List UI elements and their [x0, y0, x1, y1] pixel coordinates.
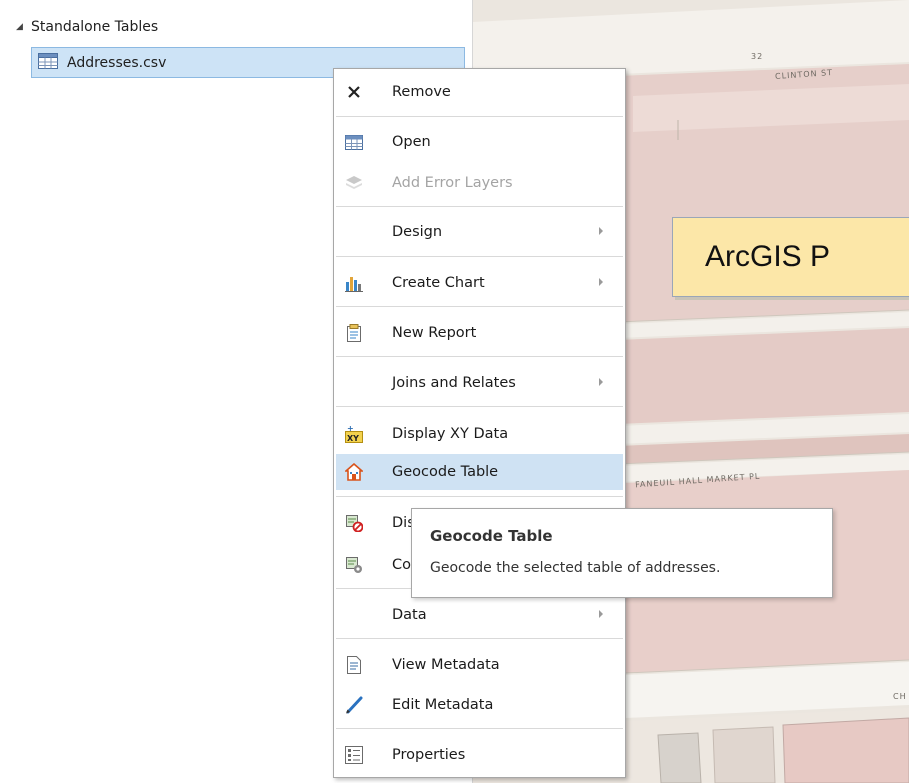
menu-separator	[336, 356, 623, 357]
menu-item-label: Open	[392, 134, 431, 150]
menu-item-properties[interactable]: Properties	[336, 737, 623, 773]
geocode-house-icon	[344, 462, 364, 482]
menu-item-label: Edit Metadata	[392, 697, 494, 713]
menu-separator	[336, 306, 623, 307]
menu-item-view-metadata[interactable]: View Metadata	[336, 647, 623, 683]
menu-item-label: New Report	[392, 325, 477, 341]
menu-item-label: View Metadata	[392, 657, 500, 673]
menu-item-display-xy-data[interactable]: XY + Display XY Data	[336, 416, 623, 452]
tooltip-description: Geocode the selected table of addresses.	[430, 560, 721, 576]
geocode-tooltip: Geocode Table Geocode the selected table…	[411, 508, 833, 598]
report-icon	[344, 323, 364, 343]
menu-item-label: Properties	[392, 747, 466, 763]
layers-icon	[344, 173, 364, 193]
svg-text:+: +	[347, 425, 354, 433]
arcgis-title-banner: ArcGIS P	[672, 217, 909, 297]
menu-item-joins-and-relates[interactable]: Joins and Relates	[336, 365, 623, 401]
menu-separator	[336, 206, 623, 207]
street-number-label: 32	[751, 52, 764, 61]
blank-icon-slot	[344, 222, 364, 242]
menu-item-label: Display XY Data	[392, 426, 509, 442]
xy-icon: XY +	[344, 424, 364, 444]
properties-icon	[344, 745, 364, 765]
menu-separator	[336, 116, 623, 117]
disable-icon	[344, 513, 364, 533]
standalone-tables-group[interactable]: ◢ Standalone Tables	[16, 17, 158, 37]
menu-item-label: Remove	[392, 84, 451, 100]
menu-separator	[336, 728, 623, 729]
submenu-arrow-icon	[599, 610, 603, 618]
blank-icon-slot	[344, 373, 364, 393]
table-item-label: Addresses.csv	[67, 54, 167, 71]
menu-item-label: Data	[392, 607, 427, 623]
svg-text:XY: XY	[347, 434, 359, 443]
menu-separator	[336, 256, 623, 257]
menu-item-geocode-table[interactable]: Geocode Table	[336, 454, 623, 490]
menu-item-design[interactable]: Design	[336, 214, 623, 250]
menu-item-remove[interactable]: Remove	[336, 74, 623, 110]
menu-item-add-error-layers[interactable]: Add Error Layers	[336, 165, 623, 201]
group-label: Standalone Tables	[31, 19, 159, 35]
metadata-icon	[344, 655, 364, 675]
street-label-partial: CH	[893, 692, 907, 701]
banner-text: ArcGIS P	[705, 240, 831, 273]
menu-item-label: Joins and Relates	[392, 375, 516, 391]
menu-item-label: Co	[392, 557, 411, 573]
table-icon	[38, 52, 58, 73]
menu-separator	[336, 496, 623, 497]
menu-item-label: Add Error Layers	[392, 175, 513, 191]
configure-icon	[344, 555, 364, 575]
menu-item-open[interactable]: Open	[336, 124, 623, 160]
bar-chart-icon	[344, 273, 364, 293]
submenu-arrow-icon	[599, 278, 603, 286]
blank-icon-slot	[344, 605, 364, 625]
pencil-icon	[344, 695, 364, 715]
menu-separator	[336, 638, 623, 639]
menu-item-label: Create Chart	[392, 275, 485, 291]
menu-item-label: Geocode Table	[392, 464, 499, 480]
menu-item-create-chart[interactable]: Create Chart	[336, 265, 623, 301]
table-icon	[344, 132, 364, 152]
menu-item-label: Design	[392, 224, 443, 240]
menu-item-edit-metadata[interactable]: Edit Metadata	[336, 687, 623, 723]
context-menu: Remove Open Add Error Layers Design Crea…	[333, 68, 626, 778]
menu-separator	[336, 406, 623, 407]
menu-item-new-report[interactable]: New Report	[336, 315, 623, 351]
submenu-arrow-icon	[599, 378, 603, 386]
collapse-triangle-icon[interactable]: ◢	[16, 22, 26, 32]
tooltip-title: Geocode Table	[430, 527, 553, 545]
close-icon	[344, 82, 364, 102]
submenu-arrow-icon	[599, 227, 603, 235]
menu-item-data[interactable]: Data	[336, 597, 623, 633]
